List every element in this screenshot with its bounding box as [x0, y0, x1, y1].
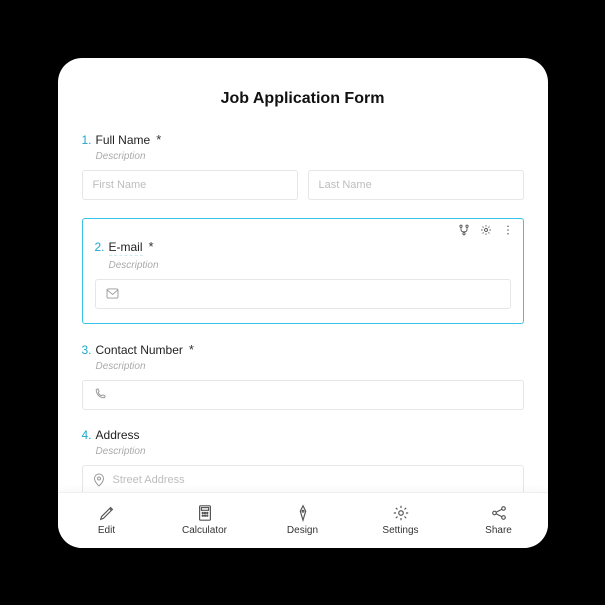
question-address[interactable]: 4. Address Description Street Address Ci…	[82, 428, 524, 492]
question-contact-number[interactable]: 3. Contact Number * Description	[82, 342, 524, 410]
question-description[interactable]: Description	[109, 260, 511, 271]
question-number: 1.	[82, 133, 92, 147]
question-toolbar	[457, 223, 515, 237]
required-asterisk: *	[149, 239, 154, 254]
form-title: Job Application Form	[82, 90, 524, 108]
nav-label: Settings	[382, 525, 418, 536]
form-builder-card: Job Application Form 1. Full Name * Desc…	[58, 58, 548, 548]
nav-edit[interactable]: Edit	[72, 504, 142, 536]
question-label[interactable]: E-mail	[109, 240, 143, 256]
bottom-nav: Edit Calculator Design Settings Share	[58, 492, 548, 548]
question-number: 2.	[95, 240, 105, 254]
question-description: Description	[96, 151, 524, 162]
location-icon	[93, 473, 105, 487]
question-label: Full Name	[96, 133, 151, 147]
design-icon	[294, 504, 312, 522]
question-label: Address	[96, 428, 140, 442]
question-number: 3.	[82, 343, 92, 357]
nav-calculator[interactable]: Calculator	[170, 504, 240, 536]
envelope-icon	[106, 288, 119, 299]
last-name-placeholder: Last Name	[319, 179, 372, 191]
settings-icon[interactable]	[479, 223, 493, 237]
nav-label: Calculator	[182, 525, 227, 536]
question-header: 4. Address	[82, 428, 524, 442]
question-number: 4.	[82, 428, 92, 442]
question-header: 1. Full Name *	[82, 132, 524, 147]
street-address-field[interactable]: Street Address	[82, 465, 524, 492]
contact-field[interactable]	[82, 380, 524, 410]
question-email-selected[interactable]: 2. E-mail * Description	[82, 218, 524, 324]
question-description: Description	[96, 446, 524, 457]
branch-icon[interactable]	[457, 223, 471, 237]
required-asterisk: *	[189, 342, 194, 357]
kebab-icon[interactable]	[501, 223, 515, 237]
last-name-field[interactable]: Last Name	[308, 170, 524, 200]
phone-icon	[93, 388, 106, 401]
nav-share[interactable]: Share	[464, 504, 534, 536]
email-field[interactable]	[95, 279, 511, 309]
nav-label: Edit	[98, 525, 115, 536]
question-description: Description	[96, 361, 524, 372]
first-name-field[interactable]: First Name	[82, 170, 298, 200]
gear-icon	[392, 504, 410, 522]
share-icon	[490, 504, 508, 522]
nav-label: Share	[485, 525, 512, 536]
required-asterisk: *	[156, 132, 161, 147]
street-placeholder: Street Address	[113, 474, 185, 486]
question-label: Contact Number	[96, 343, 183, 357]
calculator-icon	[196, 504, 214, 522]
question-header: 3. Contact Number *	[82, 342, 524, 357]
form-canvas: Job Application Form 1. Full Name * Desc…	[58, 58, 548, 492]
edit-icon	[98, 504, 116, 522]
nav-design[interactable]: Design	[268, 504, 338, 536]
first-name-placeholder: First Name	[93, 179, 147, 191]
question-header: 2. E-mail *	[95, 239, 511, 256]
question-full-name[interactable]: 1. Full Name * Description First Name La…	[82, 132, 524, 200]
nav-settings[interactable]: Settings	[366, 504, 436, 536]
nav-label: Design	[287, 525, 318, 536]
